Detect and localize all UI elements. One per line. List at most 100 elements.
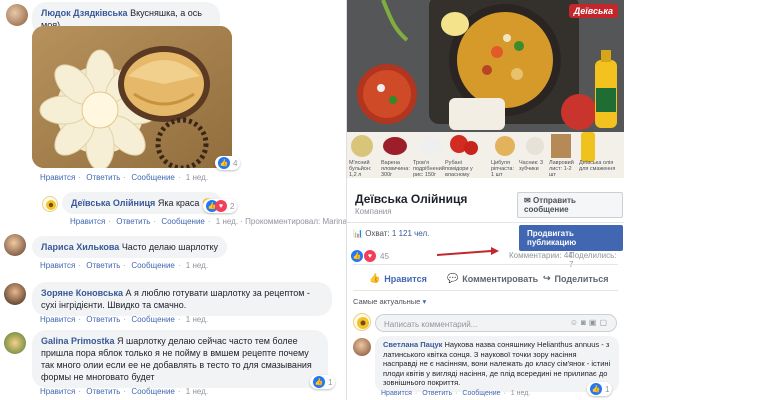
avatar[interactable]: [42, 196, 58, 212]
like-link[interactable]: Нравится: [40, 315, 75, 324]
like-link[interactable]: Нравится: [40, 387, 75, 396]
emoji-icon[interactable]: ☺: [570, 318, 581, 327]
share-icon: ↪: [543, 273, 551, 283]
like-link[interactable]: Нравится: [381, 390, 412, 397]
page-avatar[interactable]: [353, 313, 371, 331]
avatar[interactable]: [353, 338, 371, 356]
avatar[interactable]: [6, 4, 28, 26]
chevron-down-icon: ▾: [422, 297, 427, 306]
comment-placeholder: Написать комментарий...: [384, 320, 478, 329]
timestamp[interactable]: 1 нед.: [186, 387, 208, 396]
reply-link[interactable]: Ответить: [116, 217, 150, 226]
reaction-count: 2: [230, 201, 235, 211]
comment-button[interactable]: 💬 Комментировать: [447, 273, 538, 284]
comment-photo[interactable]: [32, 26, 232, 168]
comment-bubble: Деївська Олійниця Яка краса 😊: [62, 192, 223, 214]
reaction-count: 4: [233, 158, 238, 168]
comment-actions: Нравится · Ответить · Сообщение · 1 нед.: [40, 387, 209, 396]
avatar[interactable]: [4, 283, 26, 305]
comment-bubble: Светлана Пацук Наукова назва соняшнику H…: [375, 336, 619, 392]
send-message-button[interactable]: ✉ Отправить сообщение: [517, 192, 623, 218]
comment-author[interactable]: Деївська Олійниця: [71, 198, 155, 208]
comment-bubble: Лариса Хилькова Часто делаю шарлотку: [32, 236, 228, 258]
comment-label: Комментировать: [462, 273, 539, 284]
promote-button[interactable]: Продвигать публикацию: [519, 225, 623, 251]
avatar[interactable]: [4, 332, 26, 354]
camera-icon[interactable]: ◙: [581, 318, 589, 327]
share-button[interactable]: ↪ Поделиться: [543, 273, 609, 284]
timestamp[interactable]: 1 нед.: [186, 173, 208, 182]
timestamp[interactable]: 1 нед.: [216, 217, 238, 226]
like-button[interactable]: 👍 Нравится: [369, 273, 427, 284]
ingredient-caption: Деївська олія для смаження: [579, 160, 616, 172]
comment-author[interactable]: Людок Дзядківська: [41, 8, 128, 18]
share-label: Поделиться: [554, 273, 609, 284]
divider: [347, 222, 624, 223]
like-link[interactable]: Нравится: [70, 217, 105, 226]
ingredient-caption: Рубані помідори у власному соку: 250г: [445, 160, 473, 178]
reply-link[interactable]: Ответить: [86, 387, 120, 396]
message-link[interactable]: Сообщение: [131, 315, 175, 324]
comment-bubble: Galina Primostka Я шарлотку делаю сейчас…: [32, 330, 328, 388]
reply-link[interactable]: Ответить: [86, 315, 120, 324]
right-margin: [624, 0, 763, 400]
ingredient-caption: Тров'я подрібнений рис: 150г: [413, 160, 445, 178]
reaction-summary[interactable]: 👍 1: [587, 382, 613, 396]
reply-link[interactable]: Ответить: [86, 261, 120, 270]
comment-icon: 💬: [447, 273, 459, 283]
like-icon: 👍: [590, 383, 602, 395]
message-link[interactable]: Сообщение: [462, 390, 500, 397]
ingredient-caption: М'ясний бульйон: 1,2 л: [349, 160, 372, 178]
message-link[interactable]: Сообщение: [161, 217, 205, 226]
comment-author[interactable]: Зоряне Коновська: [41, 288, 123, 298]
divider: [353, 264, 618, 265]
reaction-summary[interactable]: 👍 1: [310, 375, 336, 389]
like-icon: 👍: [218, 157, 230, 169]
like-icon: 👍: [313, 376, 325, 388]
charlotte-photo-icon: [32, 26, 232, 168]
messenger-icon: ✉: [524, 196, 531, 205]
comments-count[interactable]: Комментарии: 44: [509, 251, 573, 260]
comment-input[interactable]: Написать комментарий... ☺◙▣▢: [375, 314, 617, 332]
reactions-summary[interactable]: 👍 ♥ 45: [351, 250, 389, 262]
reaction-summary[interactable]: 👍 ♥ 2: [203, 199, 238, 213]
timestamp[interactable]: 1 нед.: [186, 261, 208, 270]
timestamp[interactable]: 1 нед.: [511, 390, 530, 397]
like-icon: 👍: [351, 250, 363, 262]
post-image[interactable]: Деївська М'ясний бульйон: 1,2 л Варена я…: [347, 0, 624, 178]
comment-author[interactable]: Лариса Хилькова: [41, 242, 119, 252]
like-link[interactable]: Нравится: [40, 261, 75, 270]
comment-text: Яка краса: [157, 198, 200, 208]
comment-actions: Нравится · Ответить · Сообщение · 1 нед. · …: [70, 217, 392, 226]
page-name[interactable]: Деївська Олійниця: [355, 192, 467, 206]
reach-icon: 📊: [353, 229, 363, 238]
reaction-summary[interactable]: 👍 4: [215, 156, 241, 170]
ingredient-caption: Лавровий лист: 1-2 шт: [549, 160, 574, 178]
arrow-annotation-icon: [437, 247, 499, 256]
reply-link[interactable]: Ответить: [86, 173, 120, 182]
comment-bubble: Зоряне Коновська А я люблю готувати шарл…: [32, 282, 332, 316]
message-link[interactable]: Сообщение: [131, 387, 175, 396]
avatar[interactable]: [4, 234, 26, 256]
sunflower-logo-icon: [46, 200, 56, 210]
timestamp[interactable]: 1 нед.: [186, 315, 208, 324]
reach-value[interactable]: 1 121 чел.: [392, 229, 429, 238]
message-link[interactable]: Сообщение: [131, 173, 175, 182]
ingredient-caption: Часник: 3 зубчики: [519, 160, 544, 172]
ingredient-caption: Цибуля ріпчаста: 1 шт: [491, 160, 514, 178]
comment-actions: Нравится · Ответить · Сообщение · 1 нед.: [381, 390, 531, 397]
like-link[interactable]: Нравится: [40, 173, 75, 182]
shares-count[interactable]: Поделились: 7: [569, 251, 623, 269]
sort-dropdown[interactable]: Самые актуальные ▾: [353, 297, 426, 306]
comment-actions: Нравится · Ответить · Сообщение · 1 нед.: [40, 261, 209, 270]
comment-author[interactable]: Светлана Пацук: [383, 340, 442, 349]
sticker-icon[interactable]: ▢: [599, 318, 610, 327]
love-icon: ♥: [215, 200, 227, 212]
gif-icon[interactable]: ▣: [589, 318, 600, 327]
message-link[interactable]: Сообщение: [131, 261, 175, 270]
ingredient-caption: Варена яловичина: 300г: [381, 160, 410, 178]
post-panel: Деївська М'ясний бульйон: 1,2 л Варена я…: [346, 0, 624, 400]
reply-link[interactable]: Ответить: [422, 390, 452, 397]
comment-author[interactable]: Galina Primostka: [41, 336, 115, 346]
input-tools: ☺◙▣▢: [570, 318, 610, 327]
